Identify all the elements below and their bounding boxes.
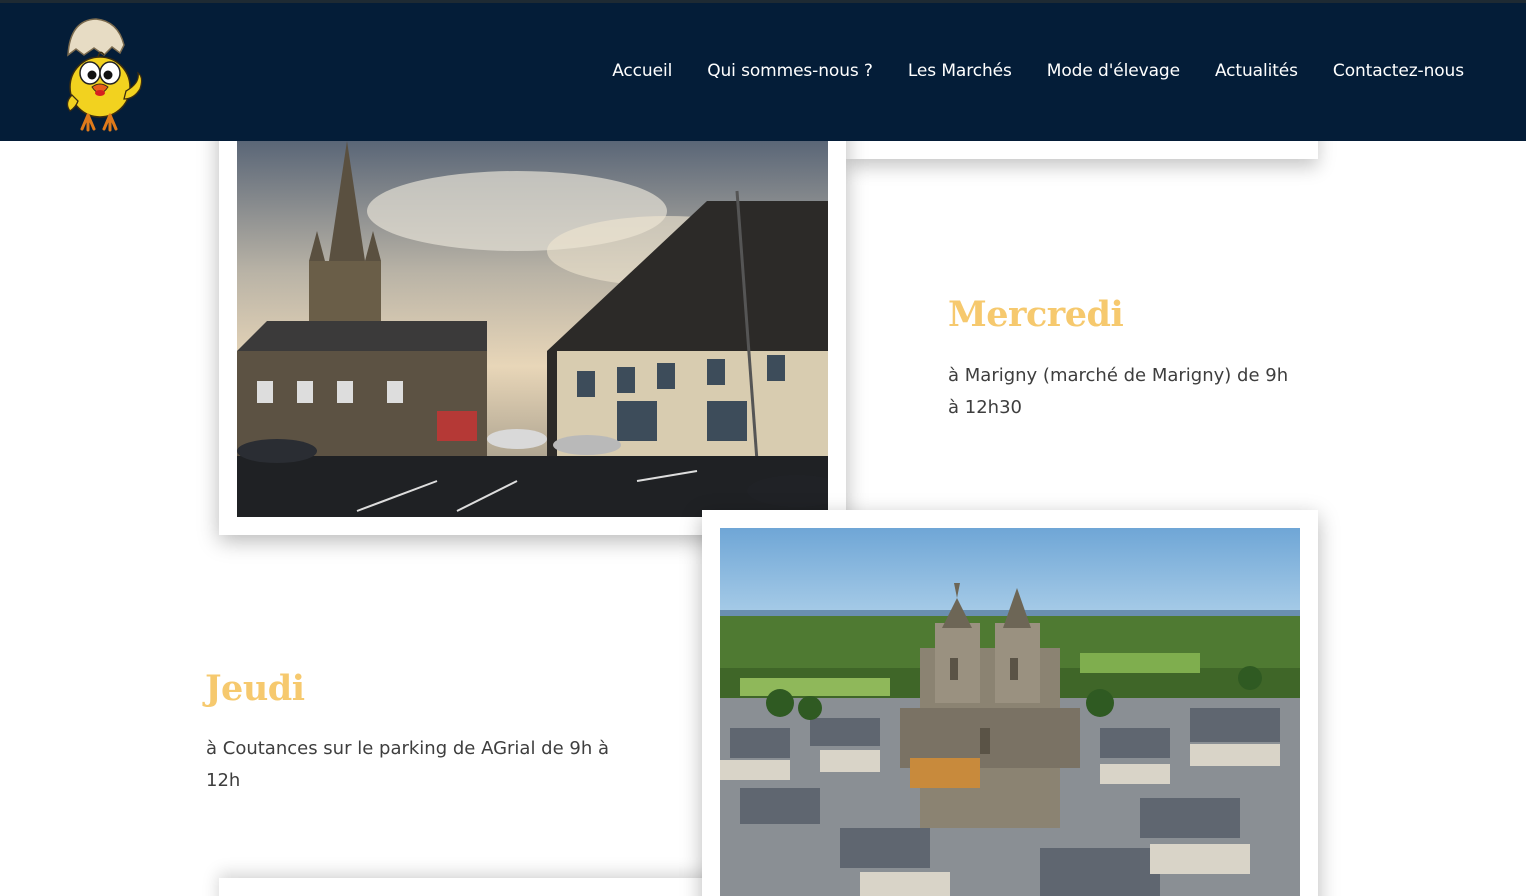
market-description-mercredi: à Marigny (marché de Marigny) de 9h à 12… xyxy=(948,365,1289,418)
marigny-town-square-photo xyxy=(237,141,828,517)
nav-actualites[interactable]: Actualités xyxy=(1215,61,1298,81)
nav-qui-sommes-nous[interactable]: Qui sommes-nous ? xyxy=(707,61,873,81)
market-day-title-jeudi: Jeudi xyxy=(205,668,305,709)
site-header: Accueil Qui sommes-nous ? Les Marchés Mo… xyxy=(0,0,1526,141)
chick-logo-link[interactable] xyxy=(60,15,146,135)
market-description-jeudi: à Coutances sur le parking de AGrial de … xyxy=(206,738,610,791)
nav-contactez-nous[interactable]: Contactez-nous xyxy=(1333,61,1464,81)
nav-les-marches[interactable]: Les Marchés xyxy=(908,61,1012,81)
chick-in-egg-logo-icon xyxy=(66,18,143,132)
nav-mode-elevage[interactable]: Mode d'élevage xyxy=(1047,61,1180,81)
coutances-photo-frame xyxy=(702,510,1318,896)
page: Accueil Qui sommes-nous ? Les Marchés Mo… xyxy=(0,0,1526,896)
nav-accueil[interactable]: Accueil xyxy=(612,61,672,81)
marigny-photo-frame xyxy=(219,110,846,535)
coutances-cathedral-aerial-photo xyxy=(720,528,1300,896)
main-navigation: Accueil Qui sommes-nous ? Les Marchés Mo… xyxy=(577,61,1464,81)
market-day-title-mercredi: Mercredi xyxy=(948,294,1124,335)
